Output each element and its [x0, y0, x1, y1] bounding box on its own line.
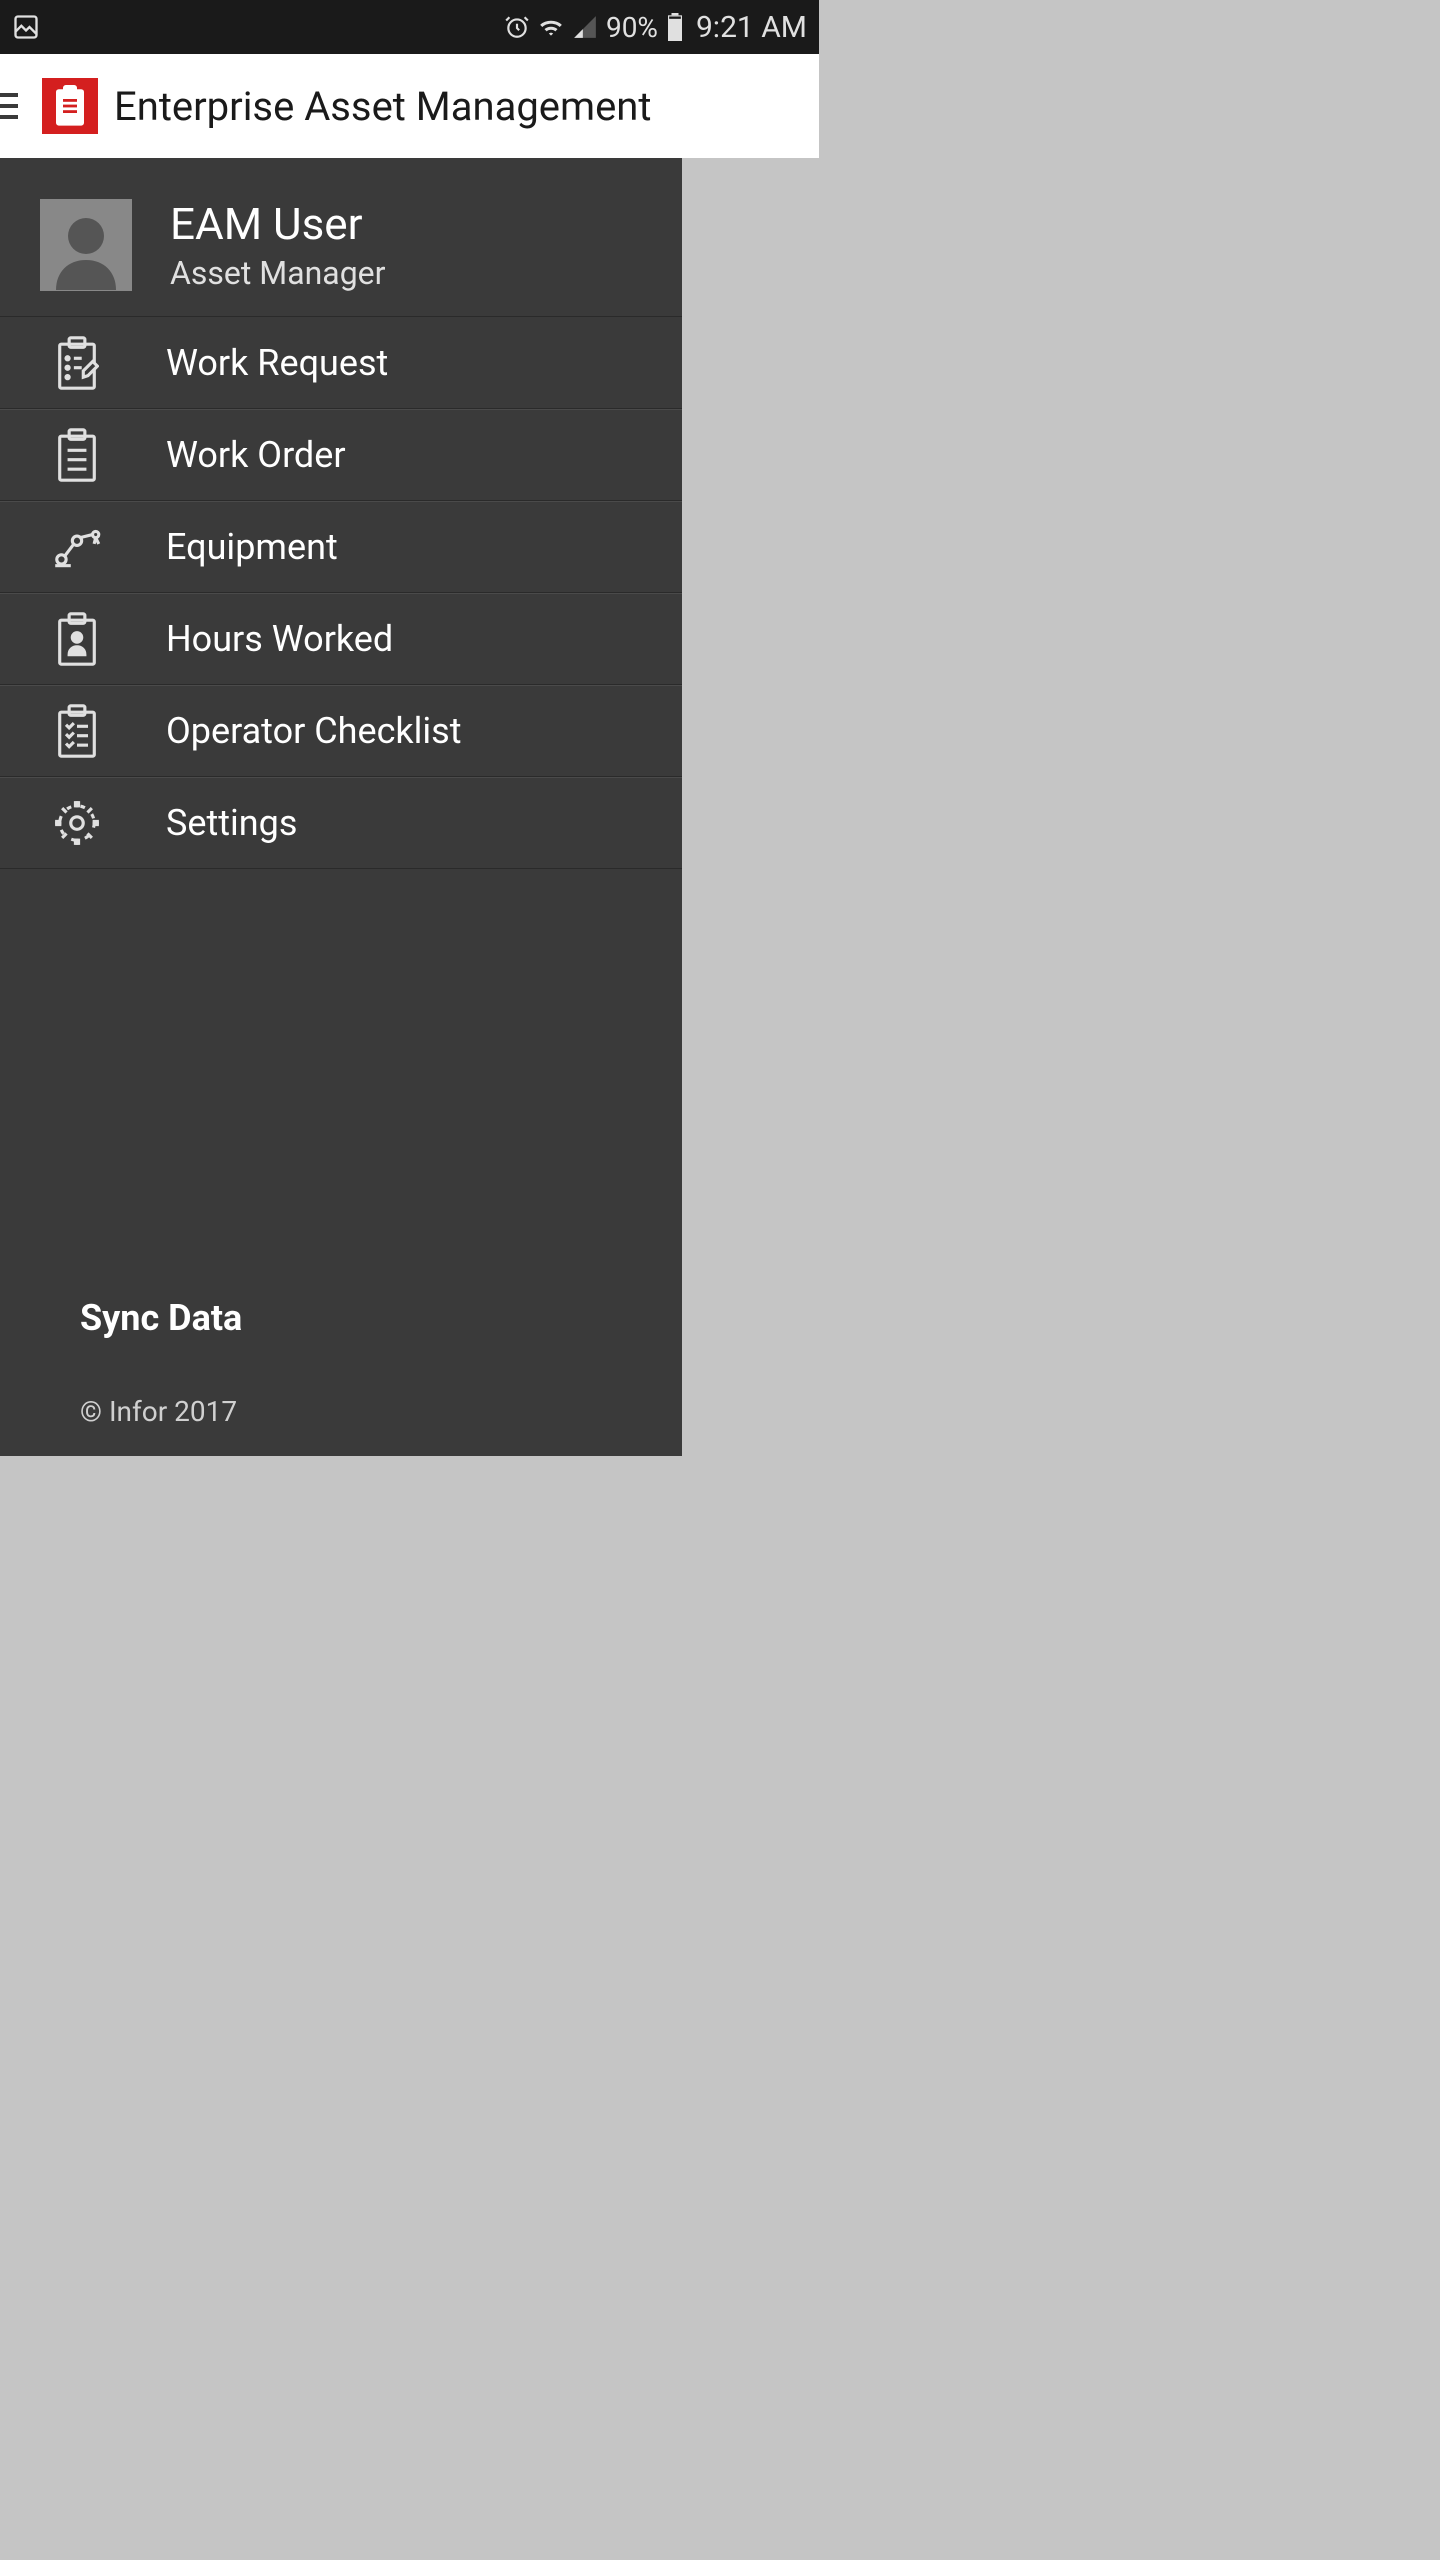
battery-icon [666, 13, 684, 41]
hamburger-icon[interactable] [0, 93, 18, 119]
user-name: EAM User [170, 198, 385, 250]
status-time: 9:21 AM [696, 10, 807, 45]
menu-label: Settings [166, 802, 297, 844]
alarm-icon [504, 14, 530, 40]
menu-list: Work Request Work Order [0, 317, 682, 869]
menu-label: Operator Checklist [166, 710, 462, 752]
status-bar: 90% 9:21 AM [0, 0, 819, 54]
gear-icon [48, 798, 106, 848]
sync-data-button[interactable]: Sync Data [80, 1297, 682, 1339]
navigation-drawer: EAM User Asset Manager [0, 158, 682, 1456]
clipboard-user-icon [48, 612, 106, 666]
user-role: Asset Manager [170, 254, 385, 292]
menu-label: Equipment [166, 526, 338, 568]
menu-item-hours-worked[interactable]: Hours Worked [0, 593, 682, 685]
wifi-icon [538, 14, 564, 40]
menu-label: Work Order [166, 434, 346, 476]
clipboard-check-icon [48, 704, 106, 758]
app-logo-icon [42, 78, 98, 134]
menu-item-work-request[interactable]: Work Request [0, 317, 682, 409]
menu-item-settings[interactable]: Settings [0, 777, 682, 869]
image-icon [12, 13, 40, 41]
app-header: Enterprise Asset Management [0, 54, 819, 158]
user-section[interactable]: EAM User Asset Manager [0, 158, 682, 317]
menu-item-work-order[interactable]: Work Order [0, 409, 682, 501]
clipboard-edit-icon [48, 336, 106, 390]
app-title: Enterprise Asset Management [114, 83, 651, 130]
menu-item-equipment[interactable]: Equipment [0, 501, 682, 593]
robot-arm-icon [48, 525, 106, 569]
menu-item-operator-checklist[interactable]: Operator Checklist [0, 685, 682, 777]
menu-label: Work Request [166, 342, 388, 384]
clipboard-list-icon [48, 428, 106, 482]
battery-percent: 90% [606, 11, 658, 44]
signal-icon [572, 14, 598, 40]
drawer-footer: Sync Data © Infor 2017 [0, 1297, 682, 1456]
content-background [682, 158, 819, 1456]
copyright: © Infor 2017 [80, 1395, 682, 1428]
menu-label: Hours Worked [166, 618, 393, 660]
avatar [40, 199, 132, 291]
